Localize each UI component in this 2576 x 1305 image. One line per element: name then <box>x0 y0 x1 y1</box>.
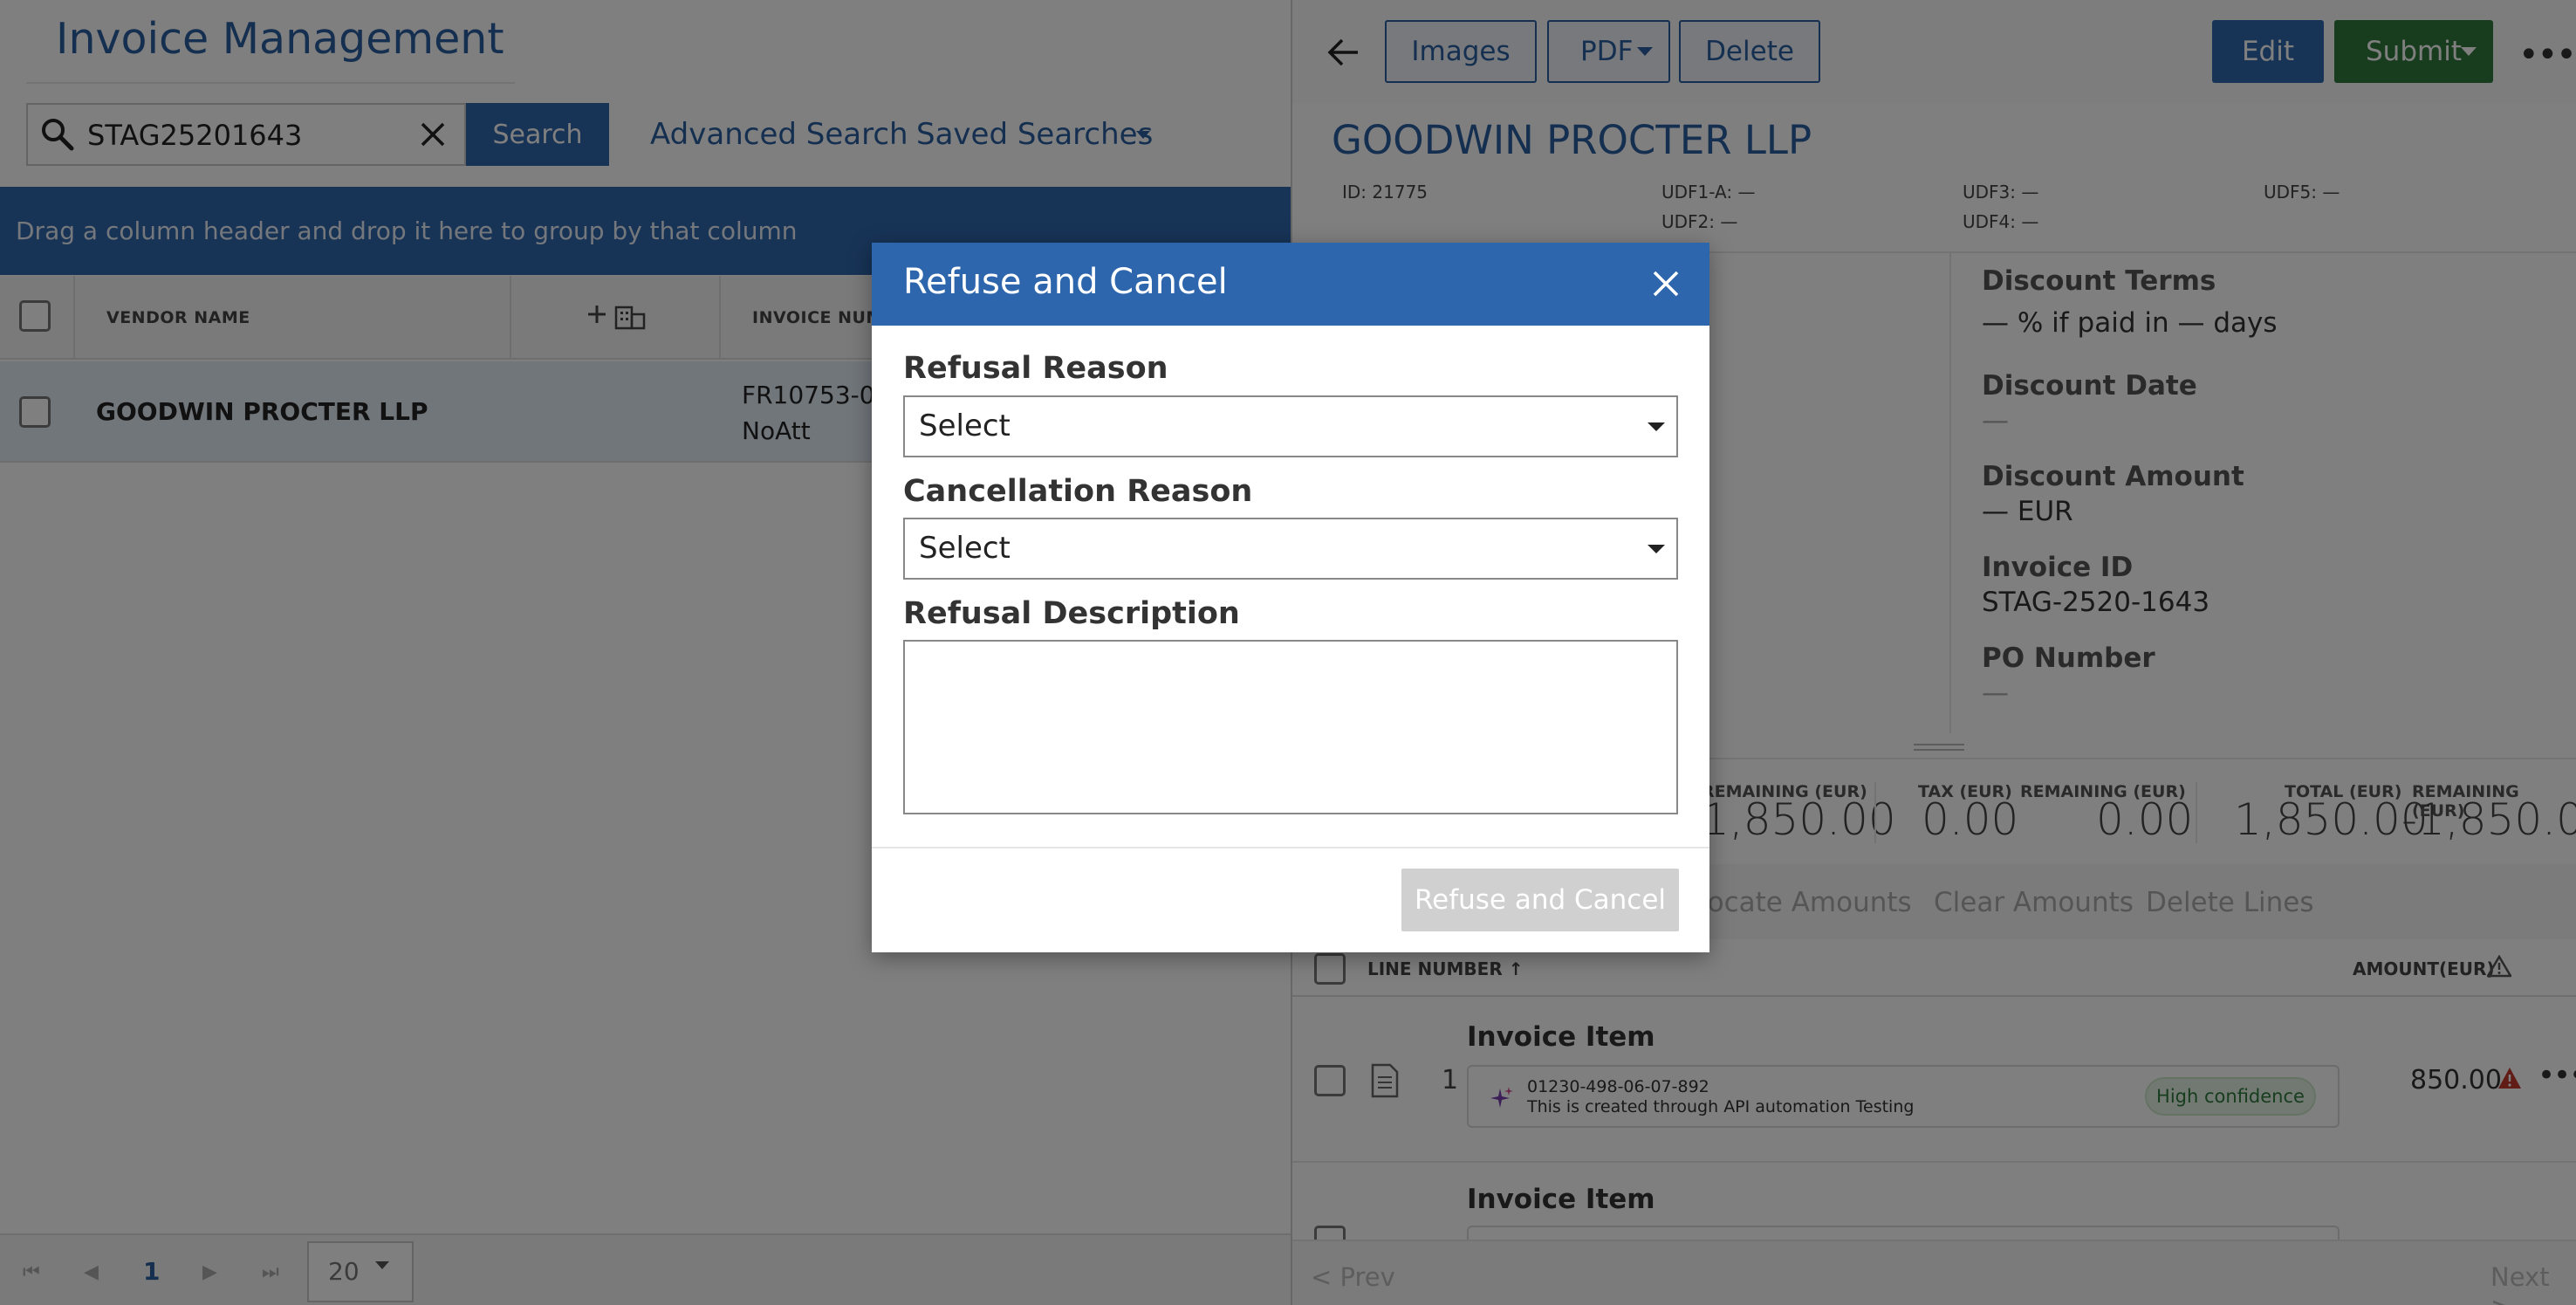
dialog-title: Refuse and Cancel <box>903 262 1228 302</box>
chevron-down-icon <box>1648 545 1665 553</box>
cancellation-reason-value: Select <box>919 531 1011 566</box>
divider <box>872 847 1709 848</box>
refusal-reason-label: Refusal Reason <box>903 351 1168 386</box>
close-icon[interactable] <box>1649 267 1682 300</box>
cancellation-reason-select[interactable] <box>903 518 1678 580</box>
refuse-and-cancel-button[interactable]: Refuse and Cancel <box>1401 869 1679 931</box>
chevron-down-icon <box>1648 422 1665 431</box>
cancellation-reason-label: Cancellation Reason <box>903 474 1253 509</box>
refusal-reason-value: Select <box>919 409 1011 443</box>
refusal-description-textarea[interactable] <box>903 640 1678 814</box>
refusal-reason-select[interactable] <box>903 395 1678 457</box>
refusal-description-label: Refusal Description <box>903 596 1240 631</box>
